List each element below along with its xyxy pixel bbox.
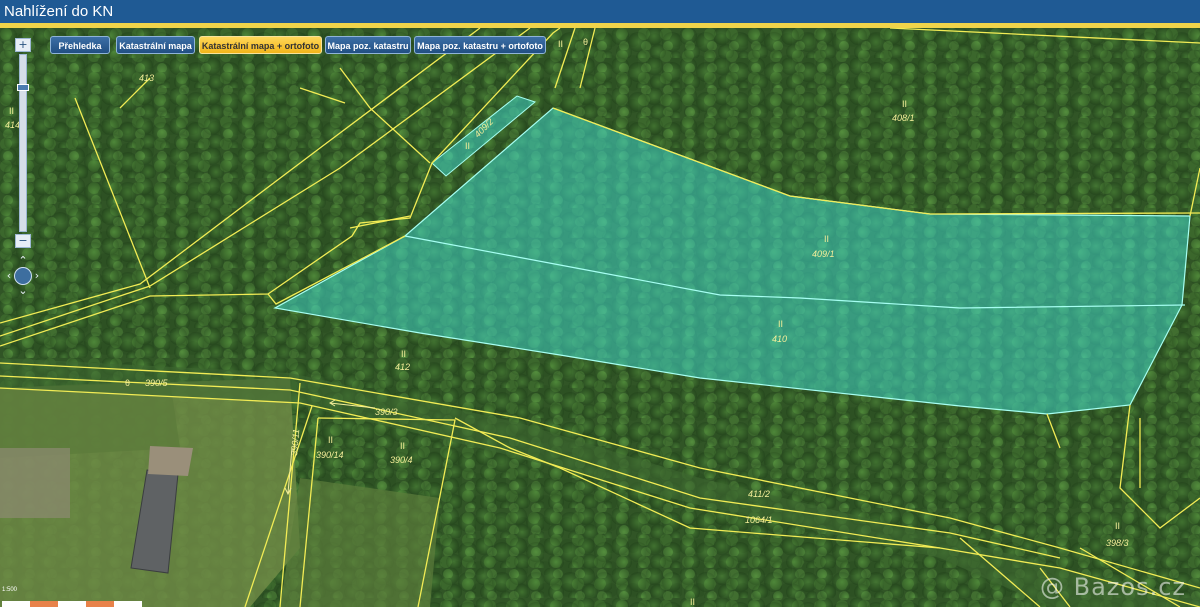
mark-390-14: II bbox=[328, 435, 333, 445]
mark-408-1: II bbox=[902, 99, 907, 109]
label-398-3: 398/3 bbox=[1106, 538, 1129, 548]
mark-bottom: II bbox=[690, 597, 695, 607]
watermark-logo: @ Bazos.cz bbox=[1039, 573, 1186, 601]
mark-412: II bbox=[401, 349, 406, 359]
scale-segment bbox=[58, 601, 86, 607]
label-410: 410 bbox=[772, 334, 787, 344]
scale-segment bbox=[2, 601, 30, 607]
window-title: Nahlížení do KN bbox=[0, 0, 1200, 23]
farmyard bbox=[0, 448, 70, 518]
map-canvas[interactable]: 413 II 414 II 409/2 II θ II 408/1 II 409… bbox=[0, 28, 1200, 607]
mark-road-390-5: θ bbox=[125, 378, 130, 388]
mark-road-theta: θ bbox=[583, 37, 588, 47]
mark-390-4: II bbox=[400, 441, 405, 451]
scale-segment bbox=[86, 601, 114, 607]
scale-segment bbox=[114, 601, 142, 607]
label-411-2: 411/2 bbox=[748, 489, 770, 499]
scale-segment bbox=[30, 601, 58, 607]
mark-409-1: II bbox=[824, 234, 829, 244]
scale-text: 1:500 bbox=[2, 587, 18, 593]
field-strip bbox=[280, 478, 440, 607]
pan-control: ⌃ ‹ › ⌄ bbox=[2, 254, 44, 298]
layer-button-overview[interactable]: Přehledka bbox=[50, 36, 110, 54]
scale-bar: 1:500 bbox=[2, 587, 142, 607]
layer-button-land-map[interactable]: Mapa poz. katastru bbox=[325, 36, 411, 54]
zoom-out-button[interactable]: − bbox=[15, 234, 31, 248]
layer-button-cadastral-map[interactable]: Katastrální mapa bbox=[116, 36, 195, 54]
layer-button-land-map-ortho[interactable]: Mapa poz. katastru + ortofoto bbox=[414, 36, 546, 54]
cadastral-map[interactable]: 413 II 414 II 409/2 II θ II 408/1 II 409… bbox=[0, 28, 1200, 607]
label-409-1: 409/1 bbox=[812, 249, 835, 259]
zoom-slider[interactable] bbox=[17, 54, 29, 232]
label-1064-1: 1064/1 bbox=[745, 515, 773, 525]
label-390-14: 390/14 bbox=[316, 450, 344, 460]
pan-right-icon[interactable]: › bbox=[30, 269, 44, 283]
label-390-3: 390/3 bbox=[375, 407, 398, 417]
zoom-slider-thumb[interactable] bbox=[17, 84, 29, 91]
shed bbox=[148, 446, 193, 476]
pan-down-icon[interactable]: ⌄ bbox=[16, 284, 30, 298]
mark-414: II bbox=[9, 106, 14, 116]
pan-up-icon[interactable]: ⌃ bbox=[16, 254, 30, 268]
mark-398-3: II bbox=[1115, 521, 1120, 531]
zoom-in-button[interactable]: + bbox=[15, 38, 31, 52]
label-408-1: 408/1 bbox=[892, 113, 915, 123]
label-390-5: 390/5 bbox=[145, 378, 169, 388]
label-412: 412 bbox=[395, 362, 410, 372]
label-413: 413 bbox=[139, 73, 154, 83]
label-390-4: 390/4 bbox=[390, 455, 413, 465]
layer-button-cadastral-ortho[interactable]: Katastrální mapa + ortofoto bbox=[199, 36, 322, 54]
mark-410: II bbox=[778, 319, 783, 329]
zoom-control: + − bbox=[15, 38, 31, 248]
mark-road-top: II bbox=[558, 39, 563, 49]
mark-409-2: II bbox=[465, 141, 470, 151]
